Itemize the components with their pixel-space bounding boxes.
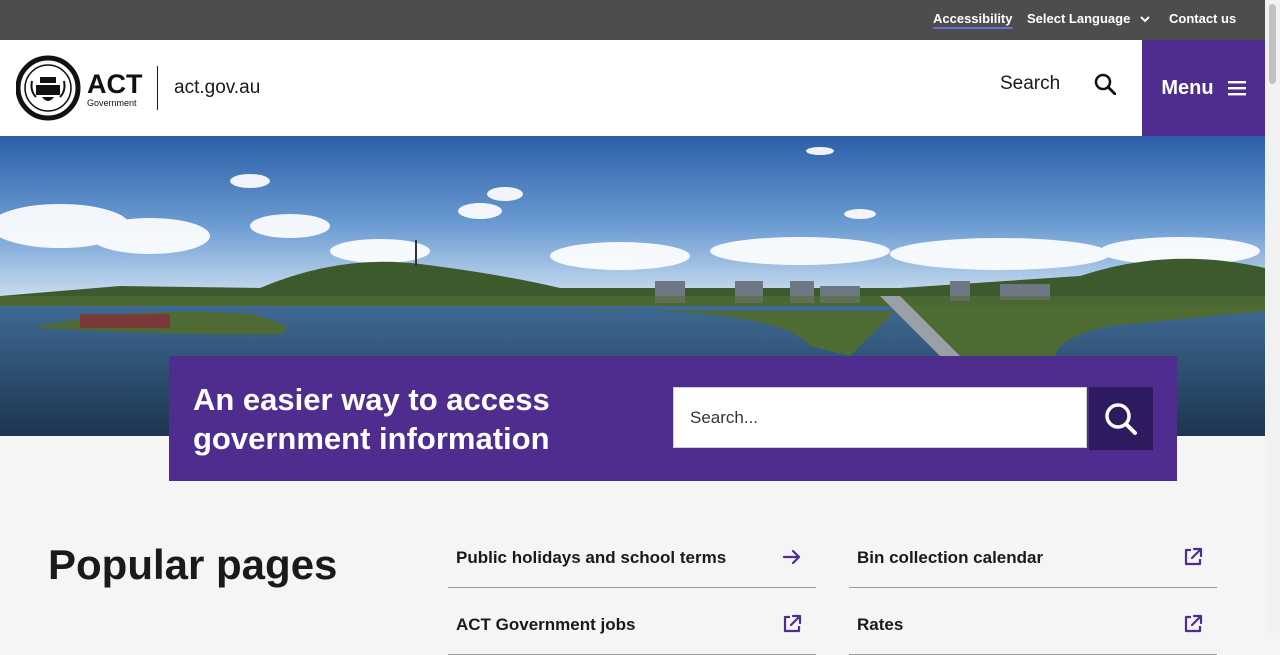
accessibility-link[interactable]: Accessibility (933, 11, 1013, 29)
external-link-icon (1184, 547, 1203, 566)
scrollbar-thumb[interactable] (1269, 4, 1276, 84)
popular-link-act-jobs[interactable]: ACT Government jobs (448, 597, 816, 655)
search-icon (1105, 402, 1137, 435)
hero-search-button[interactable] (1089, 387, 1153, 450)
header-search-button[interactable]: Search (1000, 73, 1117, 95)
utility-bar: Accessibility Select Language Contact us (0, 0, 1265, 40)
contact-us-link[interactable]: Contact us (1169, 11, 1236, 26)
site-name: act.gov.au (174, 77, 261, 98)
site-header: ACT Government act.gov.au Search Menu (0, 40, 1265, 136)
language-select-label: Select Language (1027, 11, 1131, 26)
hamburger-icon (1227, 81, 1246, 96)
external-link-icon (783, 614, 802, 633)
hero-panel: An easier way to access government infor… (169, 356, 1177, 481)
popular-link-label: Bin collection calendar (857, 548, 1044, 567)
logo-text: ACT (87, 69, 143, 99)
popular-link-rates[interactable]: Rates (849, 597, 1217, 655)
menu-button[interactable]: Menu (1142, 40, 1265, 136)
popular-link-label: ACT Government jobs (456, 615, 636, 634)
arrow-right-icon (782, 549, 801, 565)
popular-link-bin-collection[interactable]: Bin collection calendar (849, 530, 1217, 588)
logo-divider (157, 66, 158, 110)
chevron-down-icon (1140, 15, 1151, 22)
external-link-icon (1184, 614, 1203, 633)
popular-link-label: Public holidays and school terms (456, 548, 727, 567)
search-icon (1094, 73, 1117, 95)
language-select[interactable]: Select Language (1027, 11, 1151, 26)
page-scrollbar[interactable] (1265, 0, 1280, 633)
popular-pages-title: Popular pages (48, 541, 338, 588)
popular-link-label: Rates (857, 615, 904, 634)
hero-search-input[interactable] (673, 387, 1087, 448)
logo-subtext: Government (87, 98, 137, 108)
header-search-label: Search (1000, 73, 1061, 94)
hero-title: An easier way to access government infor… (193, 382, 550, 456)
menu-button-label: Menu (1161, 76, 1214, 99)
popular-link-public-holidays[interactable]: Public holidays and school terms (448, 530, 816, 588)
